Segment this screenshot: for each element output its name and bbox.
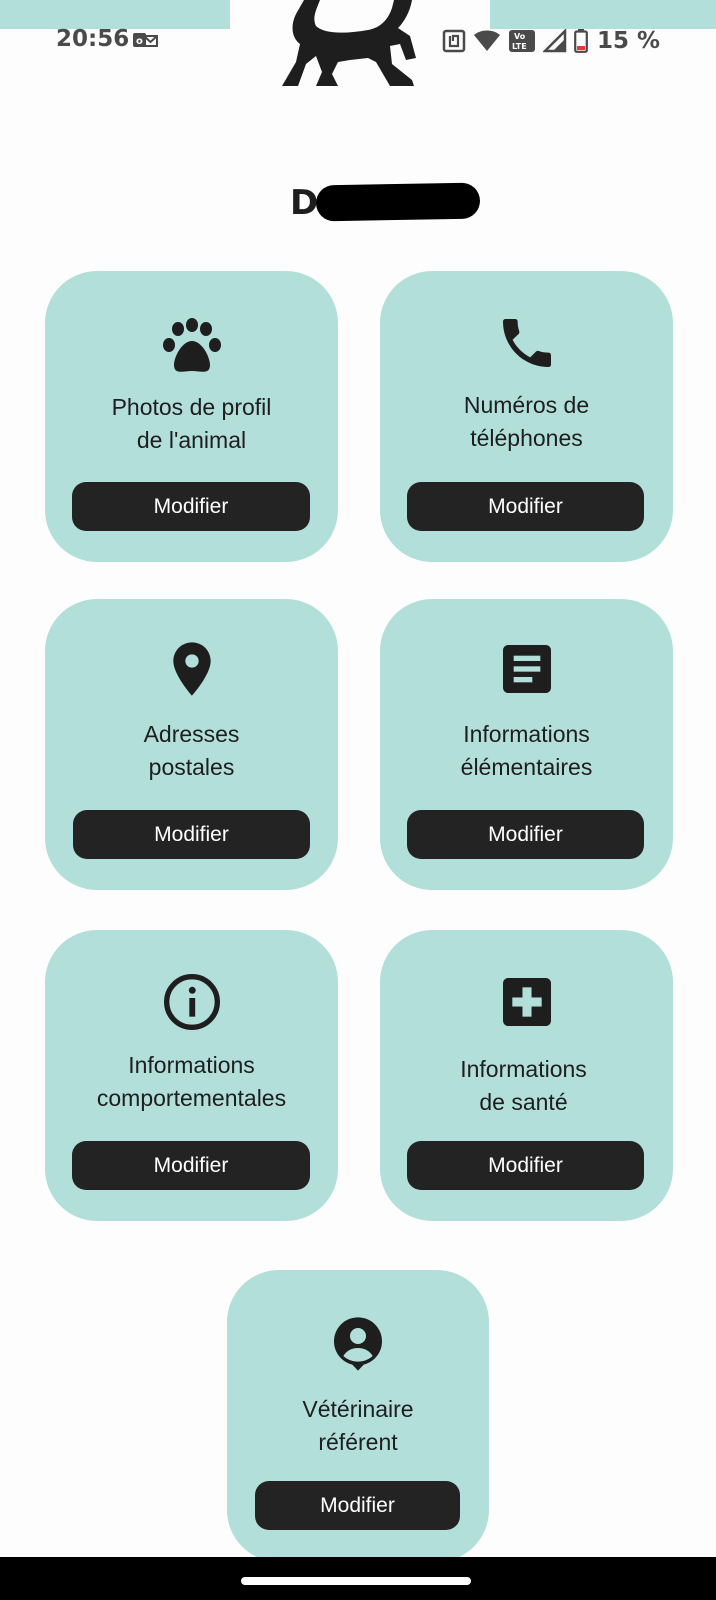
- redacted-name-bar: [315, 182, 481, 222]
- card-label-line2: de l'animal: [136, 427, 247, 453]
- signal-icon: [542, 29, 567, 53]
- modify-referring-veterinarian-button[interactable]: Modifier: [255, 1481, 460, 1530]
- modify-health-information-button[interactable]: Modifier: [407, 1141, 644, 1190]
- header-band-right: [490, 0, 716, 29]
- card-postal-addresses: Adresses postales Modifier: [45, 599, 338, 890]
- wifi-icon: [473, 30, 500, 51]
- card-label-line1: Informations: [463, 721, 590, 747]
- modify-behavioral-information-button[interactable]: Modifier: [72, 1141, 310, 1190]
- header-band-left: [0, 0, 230, 29]
- modify-postal-addresses-button[interactable]: Modifier: [73, 810, 310, 859]
- location-pin-icon: [160, 637, 224, 701]
- veterinarian-person-icon: [326, 1312, 390, 1376]
- modify-basic-information-button[interactable]: Modifier: [407, 810, 644, 859]
- app-notification-icon: o: [132, 30, 158, 50]
- card-label-line2: élémentaires: [460, 754, 593, 780]
- nfc-icon: [442, 29, 466, 53]
- modify-profile-photos-button[interactable]: Modifier: [72, 482, 310, 531]
- card-basic-information: Informations élémentaires Modifier: [380, 599, 673, 890]
- card-behavioral-information: Informations comportementales Modifier: [45, 930, 338, 1221]
- status-icons: Vo LTE 15 %: [442, 26, 660, 56]
- card-label-line2: de santé: [479, 1089, 568, 1115]
- card-health-information: Informations de santé Modifier: [380, 930, 673, 1221]
- card-referring-veterinarian: Vétérinaire référent Modifier: [227, 1270, 489, 1562]
- card-label-line2: téléphones: [470, 425, 583, 451]
- card-label-line2: postales: [148, 754, 235, 780]
- home-gesture-handle[interactable]: [241, 1577, 471, 1585]
- phone-icon: [495, 311, 559, 375]
- document-icon: [495, 637, 559, 701]
- card-label-line1: Informations: [128, 1052, 255, 1078]
- paw-icon: [160, 315, 224, 379]
- svg-text:Vo: Vo: [514, 32, 526, 41]
- battery-percent: 15 %: [596, 28, 660, 54]
- dog-logo-icon: [276, 0, 436, 90]
- svg-text:LTE: LTE: [512, 42, 527, 51]
- svg-text:o: o: [136, 36, 143, 47]
- card-phone-numbers: Numéros de téléphones Modifier: [380, 271, 673, 562]
- card-label-line2: référent: [318, 1429, 398, 1455]
- battery-icon: [574, 29, 588, 53]
- volte-icon: Vo LTE: [508, 30, 535, 52]
- card-label-line1: Numéros de: [463, 392, 590, 418]
- modify-phone-numbers-button[interactable]: Modifier: [407, 482, 644, 531]
- card-label-line2: comportementales: [96, 1085, 287, 1111]
- card-label-line1: Vétérinaire: [302, 1396, 414, 1422]
- medical-cross-icon: [495, 970, 559, 1034]
- info-icon: [160, 970, 224, 1034]
- card-label-line1: Photos de profil: [111, 394, 272, 420]
- card-label-line1: Informations: [460, 1056, 587, 1082]
- card-profile-photos: Photos de profil de l'animal Modifier: [45, 271, 338, 562]
- pet-name: D: [290, 183, 319, 223]
- card-label-line1: Adresses: [143, 721, 240, 747]
- status-time: 20:56: [56, 26, 130, 52]
